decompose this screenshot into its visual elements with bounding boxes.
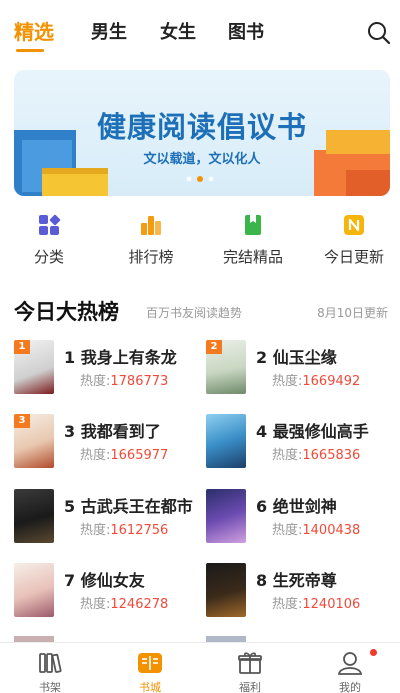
heat-label: 热度:: [80, 448, 111, 463]
tab-male[interactable]: 男生: [91, 18, 127, 44]
book-item[interactable]: 3 3 我都看到了 热度:1665977: [14, 414, 204, 474]
book-cover: [206, 489, 246, 543]
tab-books[interactable]: 图书: [228, 18, 264, 44]
heat-value: 1400438: [302, 523, 361, 538]
nav-bookstore[interactable]: 书城: [100, 649, 200, 693]
nav-welfare[interactable]: 福利: [200, 649, 300, 693]
book-title: 修仙女友: [80, 571, 145, 590]
notification-dot: [370, 649, 377, 656]
category-grid-icon: [39, 214, 61, 235]
nav-label: 我的: [339, 681, 361, 693]
bookstore-icon: [138, 653, 162, 673]
nav-profile[interactable]: 我的: [300, 649, 400, 693]
book-title: 我身上有条龙: [80, 348, 177, 367]
book-cover: 2: [206, 340, 246, 394]
book-item[interactable]: 6 绝世剑神 热度:1400438: [206, 489, 396, 549]
rank-badge: 2: [206, 340, 222, 354]
nav-label: 福利: [239, 681, 261, 693]
book-cover: 3: [14, 414, 54, 468]
category-label: 完结精品: [222, 248, 283, 266]
category-label: 分类: [33, 248, 64, 266]
book-cover: [14, 489, 54, 543]
book-title: 最强修仙高手: [272, 422, 369, 441]
nav-label: 书架: [39, 681, 61, 693]
search-icon[interactable]: [366, 20, 392, 46]
book-item[interactable]: 1 1 我身上有条龙 热度:1786773: [14, 340, 204, 400]
rank-badge: 3: [14, 414, 30, 428]
gift-icon: [238, 652, 262, 674]
finished-book-icon: [245, 215, 261, 235]
heat-label: 热度:: [80, 597, 111, 612]
category-label: 今日更新: [323, 248, 384, 266]
top-tab-bar: 精选 男生 女生 图书: [0, 0, 400, 64]
hot-list-update-date: 8月10日更新: [317, 306, 388, 320]
rank-badge: 1: [14, 340, 30, 354]
book-rank: 7: [64, 571, 76, 590]
book-item[interactable]: 4 最强修仙高手 热度:1665836: [206, 414, 396, 474]
ranking-icon: [141, 216, 161, 235]
book-item[interactable]: 8 生死帝尊 热度:1240106: [206, 563, 396, 623]
tab-featured[interactable]: 精选: [14, 16, 54, 45]
book-title: 绝世剑神: [272, 497, 337, 516]
book-cover: [206, 563, 246, 617]
heat-label: 热度:: [272, 448, 303, 463]
category-finished[interactable]: 完结精品: [208, 213, 298, 267]
heat-value: 1240106: [302, 597, 361, 612]
book-title: 生死帝尊: [272, 571, 337, 590]
book-item[interactable]: 7 修仙女友 热度:1246278: [14, 563, 204, 623]
bookshelf-icon: [39, 653, 62, 673]
category-ranking[interactable]: 排行榜: [106, 213, 196, 267]
heat-label: 热度:: [272, 374, 303, 389]
book-rank: 4: [256, 422, 268, 441]
heat-label: 热度:: [272, 523, 303, 538]
heat-value: 1612756: [110, 523, 169, 538]
heat-value: 1669492: [302, 374, 361, 389]
heat-label: 热度:: [272, 597, 303, 612]
book-rank: 2: [256, 348, 268, 367]
heat-value: 1665977: [110, 448, 169, 463]
update-n-icon: [344, 215, 364, 235]
book-rank: 5: [64, 497, 76, 516]
hot-list-subtitle: 百万书友阅读趋势: [146, 306, 243, 320]
heat-label: 热度:: [80, 374, 111, 389]
book-cover: [206, 414, 246, 468]
heat-value: 1246278: [110, 597, 169, 612]
book-title: 古武兵王在都市: [80, 497, 193, 516]
book-item[interactable]: 2 2 仙玉尘缘 热度:1669492: [206, 340, 396, 400]
book-rank: 8: [256, 571, 268, 590]
category-today-update[interactable]: 今日更新: [309, 213, 399, 267]
bottom-navigation: 书架 书城 福利 我的: [0, 642, 400, 693]
tab-female[interactable]: 女生: [160, 18, 196, 44]
book-title: 我都看到了: [80, 422, 161, 441]
book-cover: 1: [14, 340, 54, 394]
category-classify[interactable]: 分类: [4, 213, 94, 267]
book-item[interactable]: 5 古武兵王在都市 热度:1612756: [14, 489, 204, 549]
heat-value: 1786773: [110, 374, 169, 389]
profile-icon: [337, 652, 363, 675]
category-label: 排行榜: [128, 248, 174, 266]
banner-subtitle: 文以载道，文以化人: [143, 152, 261, 167]
book-cover: [14, 563, 54, 617]
banner-title: 健康阅读倡议书: [96, 110, 307, 144]
book-rank: 6: [256, 497, 268, 516]
hot-list-title: 今日大热榜: [14, 300, 119, 324]
banner-pagination-dots: [186, 176, 214, 182]
heat-label: 热度:: [80, 523, 111, 538]
active-tab-underline: [16, 49, 44, 52]
nav-bookshelf[interactable]: 书架: [0, 649, 100, 693]
heat-value: 1665836: [302, 448, 361, 463]
nav-label: 书城: [139, 681, 161, 693]
book-rank: 1: [64, 348, 76, 367]
book-rank: 3: [64, 422, 76, 441]
book-title: 仙玉尘缘: [272, 348, 337, 367]
